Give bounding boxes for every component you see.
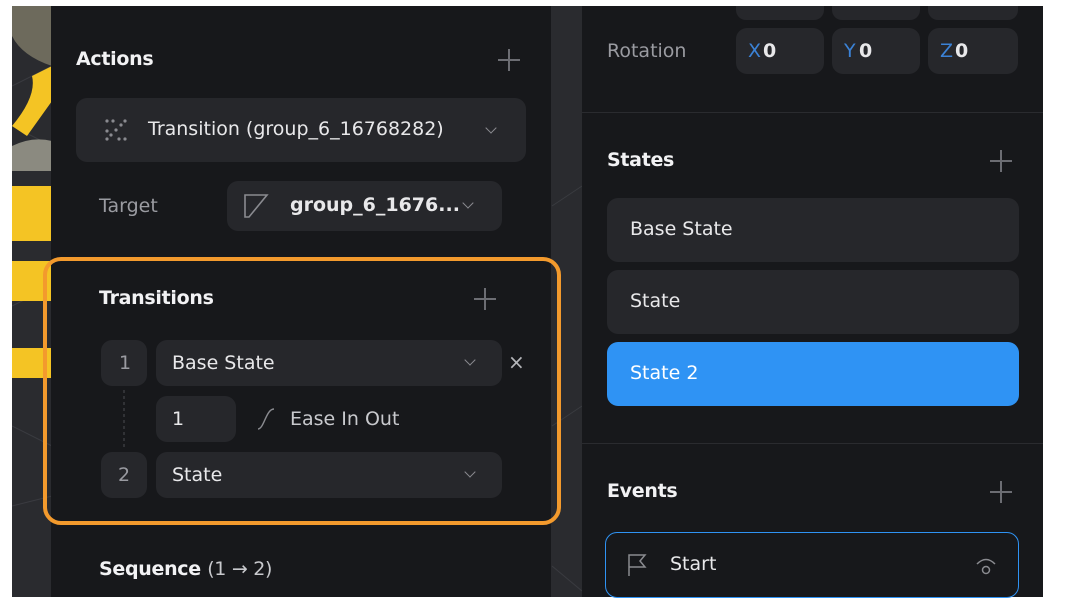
- state-item-state[interactable]: State: [607, 270, 1019, 334]
- rotation-label: Rotation: [607, 40, 687, 62]
- position-x-input[interactable]: [736, 6, 824, 20]
- chevron-down-icon: [462, 197, 474, 209]
- add-state-plus-icon[interactable]: [990, 150, 1012, 172]
- target-value: group_6_1676...: [290, 194, 460, 216]
- event-label: Start: [670, 553, 717, 575]
- states-title: States: [607, 149, 675, 171]
- flag-icon: [628, 554, 647, 576]
- chevron-down-icon: [485, 122, 497, 134]
- section-divider: [582, 443, 1043, 444]
- sequence-range: (1 → 2): [207, 558, 273, 580]
- dotted-transition-icon: [105, 119, 127, 141]
- rotation-y-input[interactable]: Y 0: [832, 28, 920, 74]
- rotation-x-input[interactable]: X 0: [736, 28, 824, 74]
- layer-shape-icon: [244, 194, 269, 218]
- add-action-plus-icon[interactable]: [498, 49, 520, 71]
- section-divider: [582, 112, 1043, 113]
- state-item-state-2[interactable]: State 2: [607, 342, 1019, 406]
- target-label: Target: [99, 195, 158, 217]
- rotation-z-input[interactable]: Z 0: [928, 28, 1018, 74]
- actions-title: Actions: [76, 48, 154, 70]
- events-title: Events: [607, 480, 678, 502]
- sequence-title: Sequence (1 → 2): [99, 558, 273, 580]
- position-y-input[interactable]: [832, 6, 920, 20]
- action-dropdown-label: Transition (group_6_16768282): [148, 118, 444, 140]
- state-item-base-state[interactable]: Base State: [607, 198, 1019, 262]
- signal-icon[interactable]: [974, 555, 998, 577]
- transitions-highlight-frame: [43, 257, 561, 525]
- position-z-input[interactable]: [928, 6, 1018, 20]
- add-event-plus-icon[interactable]: [990, 481, 1012, 503]
- action-dropdown[interactable]: Transition (group_6_16768282): [76, 98, 526, 162]
- event-item-start[interactable]: Start: [605, 532, 1019, 598]
- target-dropdown[interactable]: group_6_1676...: [227, 181, 502, 231]
